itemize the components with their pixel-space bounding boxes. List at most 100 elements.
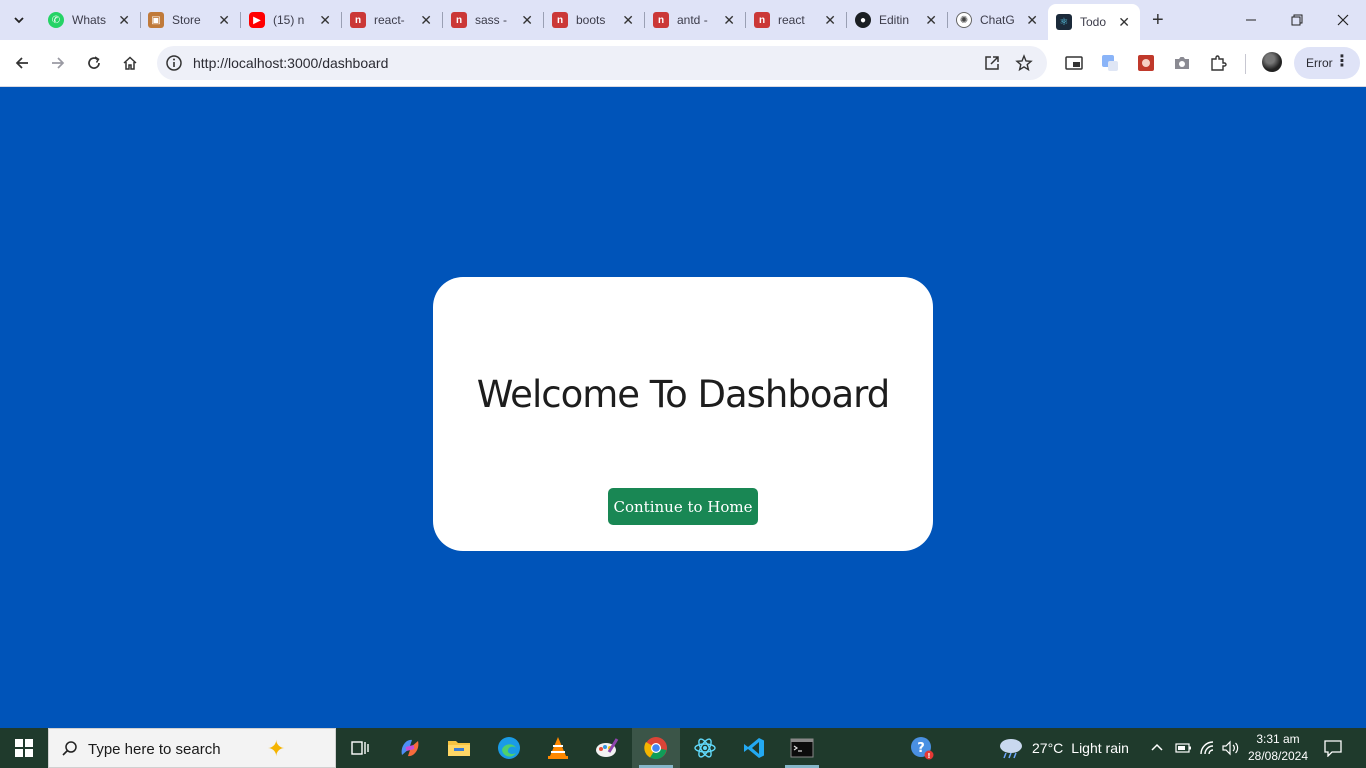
close-icon[interactable]: ✕ — [521, 12, 533, 28]
search-icon — [62, 741, 77, 756]
tab-youtube[interactable]: ▶ (15) n ✕ — [241, 6, 342, 34]
paint-app-icon[interactable] — [593, 734, 621, 762]
clock-date: 28/08/2024 — [1247, 749, 1309, 763]
extension-red-icon[interactable] — [1136, 53, 1156, 73]
svg-text:!: ! — [927, 752, 930, 760]
close-window-button[interactable] — [1320, 8, 1366, 32]
reload-button[interactable] — [81, 50, 107, 76]
close-icon[interactable]: ✕ — [319, 12, 331, 28]
tab-npm-react[interactable]: n react- ✕ — [342, 6, 443, 34]
taskbar-search[interactable]: Type here to search ✦ — [48, 728, 336, 768]
close-icon[interactable]: ✕ — [925, 12, 937, 28]
welcome-card: Welcome To Dashboard Continue to Home — [433, 277, 933, 551]
npm-icon: n — [451, 12, 467, 28]
notification-icon — [1324, 740, 1342, 757]
close-icon[interactable]: ✕ — [118, 12, 130, 28]
new-tab-button[interactable]: + — [1152, 10, 1164, 30]
close-icon[interactable]: ✕ — [420, 12, 432, 28]
browser-toolbar: http://localhost:3000/dashboard Error ⋮ — [0, 40, 1366, 87]
npm-icon: n — [552, 12, 568, 28]
tab-strip: ✆ WhatsApp ✕ ▣ Store ✕ ▶ (15) n ✕ n reac… — [0, 0, 1366, 40]
restore-icon — [1291, 14, 1303, 26]
back-button[interactable] — [9, 50, 35, 76]
windows-logo-icon — [15, 739, 33, 757]
tab-npm-react-2[interactable]: n react ✕ — [746, 6, 847, 34]
system-clock[interactable]: 3:31 am 28/08/2024 — [1240, 731, 1316, 765]
volume-icon[interactable] — [1221, 728, 1241, 768]
rain-cloud-icon — [1000, 739, 1022, 759]
close-icon[interactable]: ✕ — [824, 12, 836, 28]
minimize-icon — [1246, 19, 1256, 21]
battery-icon[interactable] — [1174, 728, 1192, 768]
copilot-sparkle-icon: ✦ — [267, 736, 286, 761]
tab-npm-sass[interactable]: n sass - ✕ — [443, 6, 544, 34]
error-button[interactable]: Error ⋮ — [1294, 47, 1360, 79]
task-view-icon[interactable] — [346, 734, 374, 762]
copilot-icon[interactable] — [396, 734, 424, 762]
picture-in-picture-icon[interactable] — [1064, 53, 1084, 73]
weather-widget[interactable]: 27°C Light rain — [998, 728, 1129, 768]
tab-title: Store — [172, 13, 201, 27]
restore-button[interactable] — [1274, 8, 1320, 32]
show-hidden-icons-button[interactable] — [1150, 728, 1164, 768]
weather-temp: 27°C — [1032, 740, 1064, 756]
extensions-puzzle-icon[interactable] — [1208, 53, 1228, 73]
continue-to-home-button[interactable]: Continue to Home — [608, 488, 758, 525]
dashboard-page: Welcome To Dashboard Continue to Home — [0, 88, 1366, 728]
tab-whatsapp[interactable]: ✆ WhatsApp ✕ — [40, 6, 141, 34]
close-icon[interactable]: ✕ — [723, 12, 735, 28]
weather-condition: Light rain — [1071, 740, 1129, 756]
tab-npm-antd[interactable]: n antd - ✕ — [645, 6, 746, 34]
chrome-icon[interactable] — [642, 734, 670, 762]
npm-icon: n — [350, 12, 366, 28]
tab-store[interactable]: ▣ Store ✕ — [140, 6, 241, 34]
tab-search-button[interactable] — [8, 9, 30, 31]
search-placeholder: Type here to search — [88, 741, 221, 758]
vscode-icon[interactable] — [740, 734, 768, 762]
wifi-icon[interactable] — [1199, 728, 1217, 768]
tab-todo-active[interactable]: ⚛ Todo ✕ — [1048, 4, 1140, 40]
chevron-down-icon — [14, 17, 24, 24]
npm-icon: n — [653, 12, 669, 28]
url-text[interactable]: http://localhost:3000/dashboard — [193, 55, 388, 71]
vlc-icon[interactable] — [544, 734, 572, 762]
npm-icon: n — [754, 12, 770, 28]
home-button[interactable] — [117, 50, 143, 76]
extension-translate-icon[interactable] — [1100, 53, 1120, 73]
address-bar[interactable]: http://localhost:3000/dashboard — [157, 46, 1047, 80]
clock-time: 3:31 am — [1256, 732, 1300, 746]
tab-npm-bootstrap[interactable]: n boots ✕ — [544, 6, 645, 34]
help-alert-icon[interactable]: ?! — [908, 734, 936, 762]
close-icon[interactable]: ✕ — [1118, 14, 1130, 30]
tab-chatgpt[interactable]: ✺ ChatG ✕ — [948, 6, 1048, 34]
info-icon[interactable] — [165, 54, 183, 72]
tab-title: sass - — [475, 13, 508, 27]
forward-button[interactable] — [45, 50, 71, 76]
open-in-app-icon[interactable] — [983, 54, 1001, 72]
close-icon[interactable]: ✕ — [218, 12, 230, 28]
bookmark-star-icon[interactable] — [1015, 54, 1033, 72]
svg-text:?: ? — [917, 741, 925, 756]
start-button[interactable] — [0, 728, 48, 768]
arrow-right-icon — [52, 57, 65, 69]
store-icon: ▣ — [148, 12, 164, 28]
terminal-icon[interactable] — [788, 734, 816, 762]
github-icon: ● — [855, 12, 871, 28]
profile-avatar[interactable] — [1262, 52, 1282, 72]
tab-title: Todo — [1080, 15, 1107, 29]
tab-github[interactable]: ● Editin ✕ — [847, 6, 948, 34]
react-devtools-icon[interactable] — [691, 734, 719, 762]
tab-title: react- — [374, 13, 405, 27]
notifications-button[interactable] — [1324, 728, 1342, 768]
file-explorer-icon[interactable] — [445, 734, 473, 762]
more-vertical-icon: ⋮ — [1334, 53, 1350, 70]
close-icon[interactable]: ✕ — [1026, 12, 1038, 28]
close-icon — [1337, 14, 1349, 26]
camera-icon[interactable] — [1172, 53, 1192, 73]
tab-title: (15) n — [273, 13, 305, 27]
close-icon[interactable]: ✕ — [622, 12, 634, 28]
minimize-button[interactable] — [1228, 8, 1274, 32]
chevron-up-icon — [1151, 743, 1163, 751]
edge-browser-icon[interactable] — [495, 734, 523, 762]
error-label: Error — [1306, 56, 1333, 70]
